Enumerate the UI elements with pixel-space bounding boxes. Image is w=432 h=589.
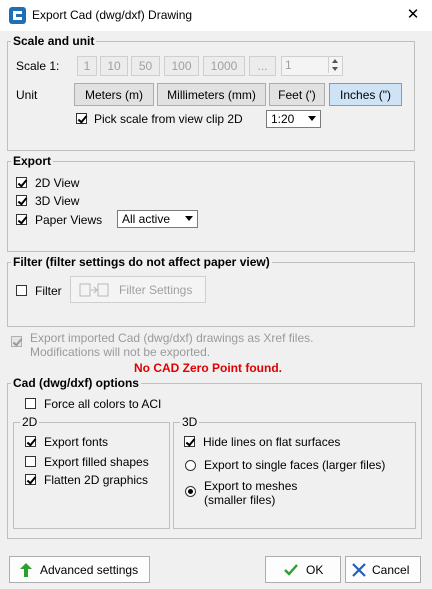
close-icon[interactable]: ✕	[404, 6, 422, 24]
pick-scale-select[interactable]: 1:20	[266, 110, 321, 128]
chevron-down-icon	[185, 216, 193, 221]
filter-group: Filter (filter settings do not affect pa…	[7, 255, 415, 327]
force-colors-label: Force all colors to ACI	[44, 397, 162, 411]
cancel-button[interactable]: Cancel	[345, 556, 421, 583]
hide-lines-checkbox[interactable]	[184, 436, 195, 447]
ok-label: OK	[306, 562, 324, 577]
scale-unit-legend: Scale and unit	[13, 34, 95, 48]
green-check-icon	[284, 563, 298, 576]
blue-x-icon	[352, 562, 366, 577]
pick-scale-label: Pick scale from view clip 2D	[94, 112, 243, 126]
xref-label-line1: Export imported Cad (dwg/dxf) drawings a…	[30, 331, 314, 345]
filter-label: Filter	[35, 284, 62, 298]
ok-button[interactable]: OK	[265, 556, 341, 583]
cancel-label: Cancel	[372, 562, 410, 577]
unit-meters-button[interactable]: Meters (m)	[74, 83, 154, 106]
flatten-label: Flatten 2D graphics	[44, 473, 149, 487]
view-2d-checkbox[interactable]	[16, 177, 27, 188]
hide-lines-label: Hide lines on flat surfaces	[203, 435, 341, 449]
export-cad-dialog: Export Cad (dwg/dxf) Drawing ✕ Scale and…	[0, 0, 432, 589]
unit-millimeters-button[interactable]: Millimeters (mm)	[157, 83, 266, 106]
scale-spinbox-value: 1	[285, 58, 292, 72]
meshes-radio[interactable]	[185, 486, 196, 497]
filter-settings-button[interactable]: Filter Settings	[70, 276, 206, 303]
advanced-settings-button[interactable]: Advanced settings	[9, 556, 150, 583]
view-3d-label: 3D View	[35, 194, 80, 208]
paper-views-value: All active	[122, 212, 171, 226]
scale-label: Scale 1:	[16, 59, 60, 73]
single-faces-radio[interactable]	[185, 460, 196, 471]
green-up-arrow-icon	[20, 562, 32, 577]
cad-options-legend: Cad (dwg/dxf) options	[13, 376, 139, 390]
single-faces-label: Export to single faces (larger files)	[204, 458, 386, 472]
view-2d-label: 2D View	[35, 176, 80, 190]
export-fonts-checkbox[interactable]	[25, 436, 36, 447]
unit-inches-button[interactable]: Inches (")	[329, 83, 402, 106]
scale-1000-button[interactable]: 1000	[203, 56, 245, 76]
pick-scale-checkbox[interactable]	[76, 113, 87, 124]
xref-label-line2: Modifications will not be exported.	[30, 345, 211, 359]
export-filled-checkbox[interactable]	[25, 456, 36, 467]
xref-checkbox[interactable]	[11, 336, 22, 347]
zero-point-warning: No CAD Zero Point found.	[134, 361, 282, 375]
filter-settings-label: Filter Settings	[119, 282, 193, 297]
scale-100-button[interactable]: 100	[164, 56, 199, 76]
chevron-down-icon	[308, 116, 316, 121]
scale-spinbox[interactable]: 1	[281, 56, 343, 76]
app-icon	[9, 7, 26, 24]
scale-10-button[interactable]: 10	[100, 56, 128, 76]
spin-arrows-icon[interactable]	[328, 57, 342, 73]
scale-custom-button[interactable]: ...	[249, 56, 276, 76]
force-colors-checkbox[interactable]	[25, 398, 36, 409]
export-filled-label: Export filled shapes	[44, 455, 149, 469]
filter-icon	[79, 282, 109, 298]
advanced-settings-label: Advanced settings	[40, 562, 139, 577]
pick-scale-value: 1:20	[271, 112, 295, 126]
window-title: Export Cad (dwg/dxf) Drawing	[32, 8, 193, 22]
filter-checkbox[interactable]	[16, 285, 27, 296]
export-fonts-label: Export fonts	[44, 435, 109, 449]
paper-views-select[interactable]: All active	[117, 210, 198, 228]
export-legend: Export	[13, 154, 52, 168]
filter-legend: Filter (filter settings do not affect pa…	[13, 255, 270, 269]
flatten-checkbox[interactable]	[25, 474, 36, 485]
group-2d-legend: 2D	[20, 415, 40, 429]
group-3d-legend: 3D	[180, 415, 200, 429]
scale-1-button[interactable]: 1	[77, 56, 97, 76]
meshes-label-line1: Export to meshes	[204, 479, 298, 493]
unit-feet-button[interactable]: Feet (')	[269, 83, 325, 106]
unit-label: Unit	[16, 88, 38, 102]
scale-50-button[interactable]: 50	[131, 56, 160, 76]
paper-views-checkbox[interactable]	[16, 214, 27, 225]
meshes-label-line2: (smaller files)	[204, 493, 276, 507]
paper-views-label: Paper Views	[35, 213, 103, 227]
title-bar: Export Cad (dwg/dxf) Drawing ✕	[0, 0, 432, 31]
view-3d-checkbox[interactable]	[16, 195, 27, 206]
